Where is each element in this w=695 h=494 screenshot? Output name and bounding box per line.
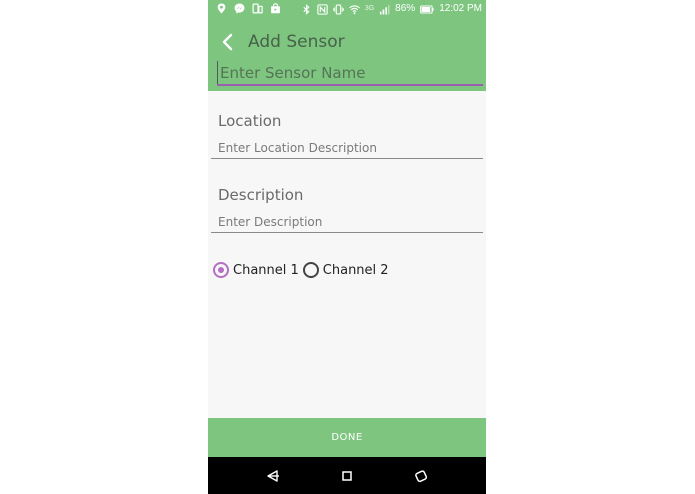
network-type: 3G xyxy=(364,5,375,12)
radio-checked-icon xyxy=(213,262,229,278)
channel-1-label: Channel 1 xyxy=(233,262,299,278)
nav-recents-icon[interactable] xyxy=(412,467,430,485)
bluetooth-icon xyxy=(303,3,310,15)
system-nav-bar xyxy=(208,457,486,494)
wifi-icon xyxy=(348,4,360,14)
battery-percent: 86% xyxy=(395,3,416,14)
vibrate-icon xyxy=(332,4,344,14)
battery-icon xyxy=(420,5,434,13)
description-underline xyxy=(211,232,483,233)
location-input[interactable] xyxy=(211,138,486,158)
devices-icon xyxy=(252,3,263,14)
app-bar: Add Sensor xyxy=(208,19,486,91)
back-arrow-icon[interactable] xyxy=(220,31,236,53)
location-underline xyxy=(211,158,483,159)
nav-back-icon[interactable] xyxy=(264,467,282,485)
description-input[interactable] xyxy=(211,212,486,232)
channel-1-radio[interactable]: Channel 1 xyxy=(213,262,299,278)
channel-2-label: Channel 2 xyxy=(322,262,389,278)
channel-radio-group: Channel 1 Channel 2 xyxy=(213,262,393,278)
page-title: Add Sensor xyxy=(248,32,345,52)
sensor-name-input[interactable] xyxy=(217,61,486,85)
messenger-icon xyxy=(234,3,245,14)
description-label: Description xyxy=(218,186,304,204)
location-icon xyxy=(217,3,226,14)
location-label: Location xyxy=(218,112,282,130)
channel-2-radio[interactable]: Channel 2 xyxy=(302,262,389,278)
done-button[interactable]: DONE xyxy=(208,418,486,457)
nfc-icon xyxy=(317,3,328,15)
clock: 12:02 PM xyxy=(439,3,482,14)
status-bar: 3G 86% 12:02 PM xyxy=(208,0,486,19)
store-bag-icon xyxy=(271,3,280,14)
signal-icon xyxy=(380,4,390,14)
app-screen: 3G 86% 12:02 PM Add Sensor Location Des xyxy=(208,0,486,494)
sensor-name-underline xyxy=(217,84,483,86)
nav-home-icon[interactable] xyxy=(338,467,356,485)
radio-unchecked-icon xyxy=(302,262,319,278)
